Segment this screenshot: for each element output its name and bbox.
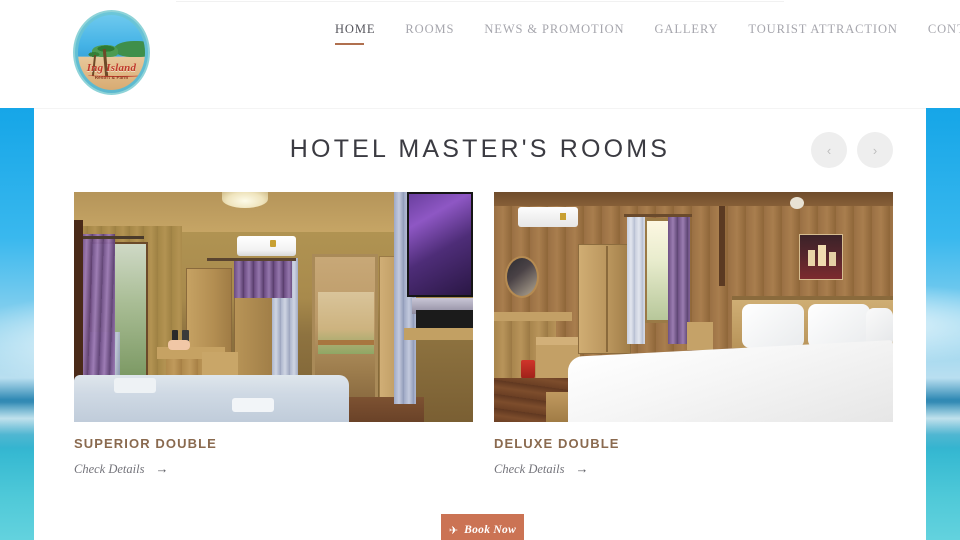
nav-item-contact-us[interactable]: CONTACT US <box>913 22 960 37</box>
tray <box>168 340 190 350</box>
room-check-details-label: Check Details <box>74 461 145 476</box>
media-console <box>416 310 473 328</box>
side-stool <box>687 322 713 350</box>
arrow-right-icon: → <box>575 461 589 476</box>
main-navigation: HOME ROOMS NEWS & PROMOTION GALLERY TOUR… <box>320 22 960 45</box>
curtain-purple-middle <box>234 258 292 298</box>
book-now-label: Book Now <box>464 524 517 536</box>
logo-scene: Ing Island Resort & Farm <box>78 15 145 90</box>
room-check-details-link[interactable]: Check Details → <box>494 461 893 477</box>
counter <box>404 328 473 340</box>
curtain-rod-middle <box>207 258 296 261</box>
candle-secondary-icon <box>818 245 826 266</box>
pillow <box>742 304 804 348</box>
nav-active-underline <box>335 43 364 45</box>
nav-item-home-label: HOME <box>335 22 376 36</box>
page-title: HOTEL MASTER'S ROOMS <box>289 135 671 163</box>
room-photo-superior-double[interactable] <box>74 192 473 422</box>
candle-icon <box>808 250 815 266</box>
wall-post <box>719 206 725 286</box>
room-check-details-link[interactable]: Check Details → <box>74 461 473 477</box>
airplane-icon: ✈ <box>448 524 459 537</box>
wardrobe <box>578 244 631 354</box>
mirror-icon <box>505 256 539 298</box>
folded-towel-secondary <box>232 398 274 412</box>
room-check-details-label: Check Details <box>494 461 565 476</box>
nav-item-home[interactable]: HOME <box>320 22 390 45</box>
rooms-section: HOTEL MASTER'S ROOMS ‹ › SUPERIOR DOUBLE… <box>34 108 926 540</box>
island-logo-icon[interactable]: Ing Island Resort & Farm <box>73 10 150 95</box>
air-conditioner-badge <box>270 240 276 247</box>
logo-tagline: Resort & Farm <box>94 75 129 80</box>
nav-item-rooms[interactable]: ROOMS <box>390 22 469 37</box>
doorway-railing <box>318 340 374 345</box>
curtain-sheer-left <box>627 214 645 344</box>
curtain-rod <box>624 214 692 217</box>
carousel-prev-button[interactable]: ‹ <box>811 132 847 168</box>
nav-item-news-promotion[interactable]: NEWS & PROMOTION <box>469 22 639 37</box>
air-conditioner-icon <box>237 236 296 256</box>
room-photo-deluxe-double[interactable] <box>494 192 893 422</box>
chevron-left-icon: ‹ <box>826 142 832 158</box>
nav-item-gallery[interactable]: GALLERY <box>639 22 733 37</box>
room-card[interactable]: DELUXE DOUBLE Check Details → <box>494 192 893 477</box>
header-divider <box>176 1 784 2</box>
carousel-controls: ‹ › <box>811 132 893 168</box>
arrow-right-icon: → <box>155 461 169 476</box>
wall-sconce-icon <box>790 197 804 209</box>
wardrobe-door-seam <box>606 246 608 352</box>
room-card[interactable]: SUPERIOR DOUBLE Check Details → <box>74 192 473 477</box>
television-icon <box>407 192 473 297</box>
chevron-right-icon: › <box>872 142 878 158</box>
vanity-top <box>494 312 572 321</box>
stool-seat <box>536 337 580 345</box>
folded-towel <box>114 378 156 393</box>
waste-bin-icon <box>521 360 535 380</box>
room-title: DELUXE DOUBLE <box>494 436 620 451</box>
logo-name: Ing Island <box>86 62 137 74</box>
air-conditioner-badge <box>560 213 566 220</box>
room-title: SUPERIOR DOUBLE <box>74 436 217 451</box>
nav-item-tourist-attraction[interactable]: TOURIST ATTRACTION <box>733 22 912 37</box>
site-header: Ing Island Resort & Farm HOME ROOMS NEWS… <box>0 0 960 108</box>
air-conditioner-icon <box>518 207 578 227</box>
curtain-purple-left <box>82 234 115 384</box>
curtain-rod <box>82 236 144 239</box>
room-card-list: SUPERIOR DOUBLE Check Details → DELUXE D… <box>74 192 893 477</box>
book-now-button[interactable]: ✈ Book Now <box>441 514 524 540</box>
panel-top-divider <box>34 108 926 109</box>
candle-tertiary-icon <box>829 252 836 266</box>
carousel-next-button[interactable]: › <box>857 132 893 168</box>
